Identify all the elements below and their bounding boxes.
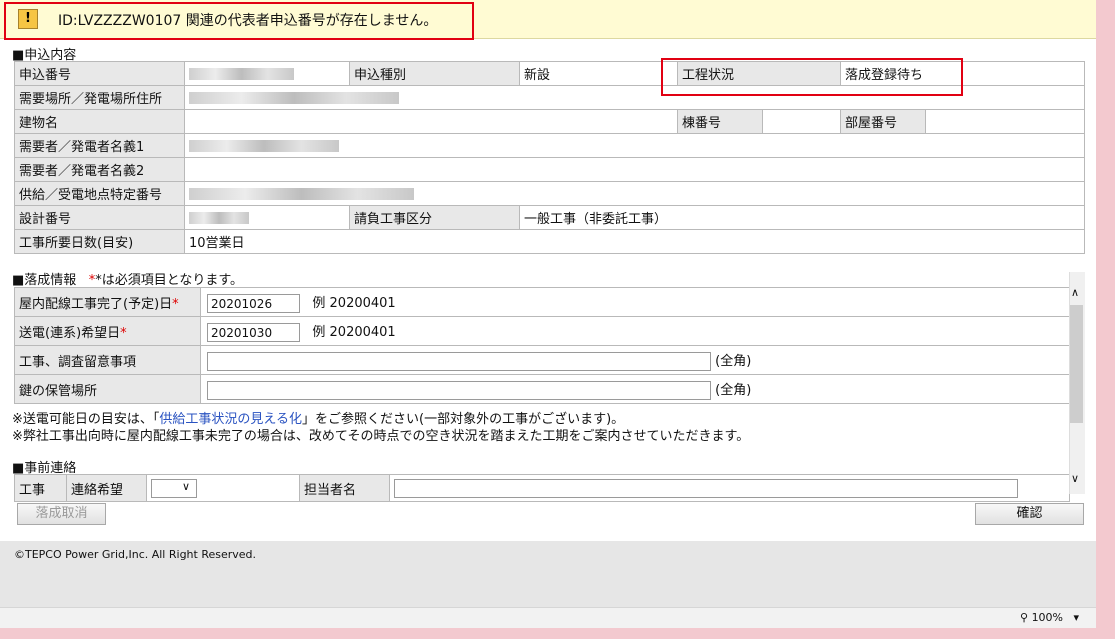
days-value: 10営業日	[183, 229, 1086, 254]
indoor-date-label: 屋内配線工事完了(予定)日*	[14, 287, 201, 317]
zoom-dropdown-icon: ▾	[1073, 611, 1080, 624]
indoor-date-example: 例 20200401	[312, 295, 396, 311]
confirm-button[interactable]: 確認	[975, 503, 1084, 525]
zoom-level: 100%	[1031, 611, 1064, 624]
window-frame-right	[1096, 0, 1115, 639]
power-date-label: 送電(連系)希望日*	[14, 316, 201, 346]
bldg-no-label: 棟番号	[677, 109, 763, 134]
scroll-down-icon[interactable]: ∨	[1071, 472, 1079, 485]
contract-type-label: 請負工事区分	[349, 205, 520, 230]
holder2-label: 需要者／発電者名義2	[14, 157, 185, 182]
key-location-input[interactable]	[207, 380, 711, 400]
person-input[interactable]	[394, 478, 1018, 498]
key-location-label: 鍵の保管場所	[14, 374, 201, 404]
completion-title: ■落成情報	[12, 273, 77, 288]
indoor-date-input[interactable]: 20201026	[207, 293, 300, 313]
holder2-value	[183, 157, 1086, 182]
holder1-value	[183, 133, 1086, 158]
notes-suffix: (全角)	[715, 353, 752, 369]
days-label: 工事所要日数(目安)	[14, 229, 185, 254]
bldg-no-value	[761, 109, 842, 134]
scrollbar-thumb[interactable]	[1070, 305, 1083, 423]
supply-point-label: 供給／受電地点特定番号	[14, 181, 185, 206]
section-title-completion: ■落成情報 **は必須項目となります。	[12, 269, 243, 288]
supply-point-value	[183, 181, 1086, 206]
room-no-label: 部屋番号	[840, 109, 927, 134]
person-label: 担当者名	[299, 474, 390, 502]
scroll-up-icon[interactable]: ∧	[1071, 286, 1079, 299]
address-label: 需要場所／発電場所住所	[14, 85, 185, 110]
power-date-input[interactable]: 20201030	[207, 322, 300, 342]
info-line-2: ※弊社工事出向時に屋内配線工事未完了の場合は、改めてその時点での空き状況を踏まえ…	[12, 429, 750, 444]
zoom-control[interactable]: ⚲ 100% ▾	[1020, 611, 1079, 624]
design-no-value	[184, 205, 350, 230]
contact-label: 連絡希望	[66, 474, 147, 502]
app-no-label: 申込番号	[14, 61, 185, 86]
work-label: 工事	[14, 474, 67, 502]
room-no-value	[925, 109, 1086, 134]
building-value	[184, 109, 678, 134]
window-frame-bottom	[0, 628, 1115, 639]
chevron-down-icon: ∨	[181, 479, 190, 493]
process-highlight-box	[661, 58, 963, 96]
zoom-icon: ⚲	[1020, 611, 1029, 624]
key-location-suffix: (全角)	[715, 382, 752, 398]
contract-type-value: 一般工事（非委託工事）	[518, 205, 1086, 230]
completion-table: 屋内配線工事完了(予定)日* 20201026 例 20200401 送電(連系…	[14, 287, 1070, 404]
prior-contact-table: 工事 連絡希望 ∨ 担当者名	[14, 474, 1070, 502]
app-type-label: 申込種別	[349, 61, 520, 86]
status-bar	[0, 607, 1096, 629]
required-note: *は必須項目となります。	[95, 273, 244, 288]
design-no-label: 設計番号	[14, 205, 185, 230]
notes-label: 工事、調査留意事項	[14, 345, 201, 375]
notes-input[interactable]	[207, 351, 711, 371]
holder1-label: 需要者／発電者名義1	[14, 133, 185, 158]
cancel-completion-button[interactable]: 落成取消	[17, 503, 106, 525]
copyright: ©TEPCO Power Grid,Inc. All Right Reserve…	[14, 548, 257, 561]
power-date-example: 例 20200401	[312, 324, 396, 340]
app-no-value	[184, 61, 350, 86]
contact-select[interactable]: ∨	[151, 478, 197, 498]
app-type-value: 新設	[519, 61, 678, 86]
message-highlight-box	[4, 2, 474, 40]
building-label: 建物名	[14, 109, 185, 134]
